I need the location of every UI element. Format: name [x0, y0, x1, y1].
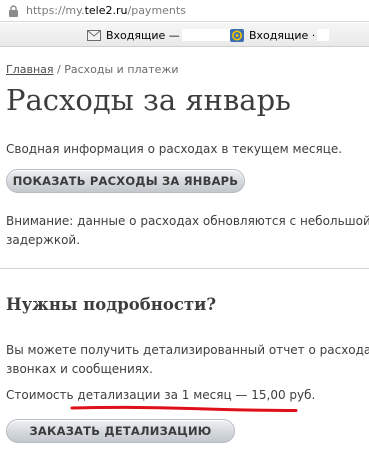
bookmark-inbox-1[interactable]: Входящие — — [87, 28, 230, 42]
warning-text: Внимание: данные о расходах обновляются … — [6, 212, 369, 250]
bookmark-label: Входящие — — [106, 28, 180, 42]
summary-text: Сводная информация о расходах в текущем … — [6, 142, 343, 156]
details-cost-text: Стоимость детализации за 1 месяц — 15,00… — [6, 386, 315, 405]
section-divider — [0, 268, 369, 269]
details-section-title: Нужны подробности? — [6, 295, 217, 314]
url-text[interactable]: https://my.tele2.ru/payments — [26, 4, 186, 17]
bookmark-inbox-2[interactable]: Входящие · — [230, 28, 330, 42]
page-title: Расходы за январь — [6, 83, 291, 117]
at-mail-icon — [230, 28, 244, 42]
bookmarks-bar: Входящие — Входящие · — [0, 23, 369, 47]
redacted-area — [181, 29, 230, 41]
breadcrumb-home-link[interactable]: Главная — [6, 63, 54, 76]
mail-icon — [87, 29, 101, 41]
cost-prefix: Стоимость — [6, 388, 78, 402]
breadcrumb-current: Расходы и платежи — [64, 63, 179, 76]
redacted-area — [317, 29, 330, 41]
cost-highlight: детализации за 1 месяц — 15,00 руб. — [77, 388, 316, 402]
warning-line-2: задержкой. — [6, 233, 81, 247]
order-details-button[interactable]: ЗАКАЗАТЬ ДЕТАЛИЗАЦИЮ — [6, 419, 235, 443]
lock-icon — [9, 4, 18, 17]
details-line-2: звонках и сообщениях. — [6, 362, 153, 376]
address-bar[interactable]: https://my.tele2.ru/payments — [0, 0, 369, 22]
bookmark-label: Входящие · — [249, 28, 316, 42]
details-line-1: Вы можете получить детализированный отче… — [6, 343, 369, 357]
show-expenses-button[interactable]: ПОКАЗАТЬ РАСХОДЫ ЗА ЯНВАРЬ — [6, 169, 245, 193]
red-underline-annotation — [70, 405, 298, 412]
breadcrumb: Главная / Расходы и платежи — [6, 63, 179, 76]
warning-line-1: Внимание: данные о расходах обновляются … — [6, 214, 369, 228]
breadcrumb-separator: / — [53, 63, 65, 76]
details-description: Вы можете получить детализированный отче… — [6, 341, 369, 379]
